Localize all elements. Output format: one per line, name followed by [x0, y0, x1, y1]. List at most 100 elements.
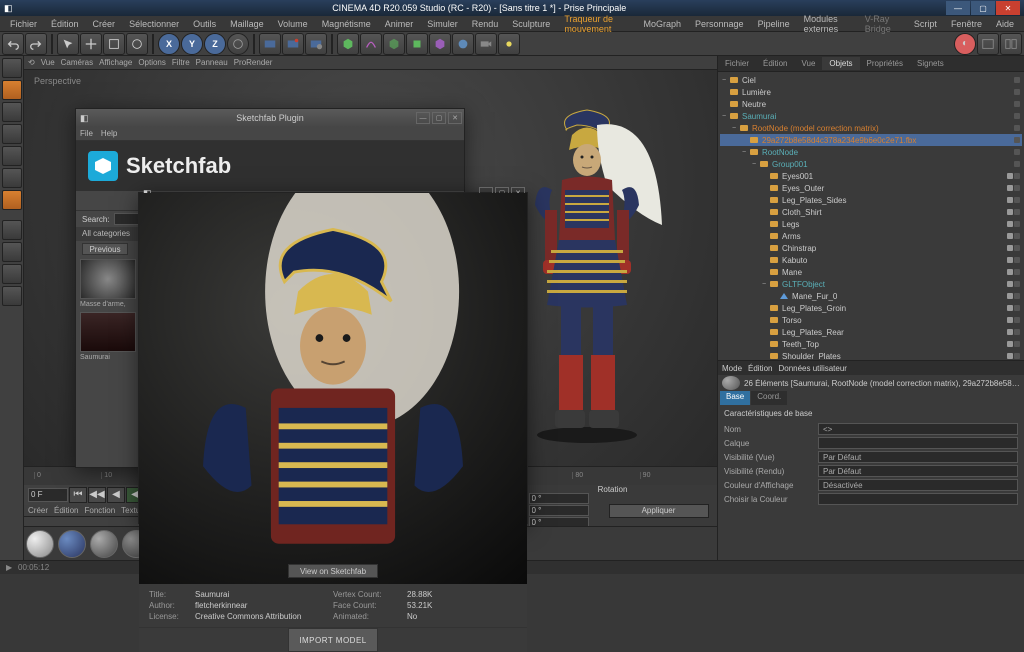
attrib-menu-item[interactable]: Édition — [748, 364, 772, 373]
dialog-menu-item[interactable]: Help — [101, 129, 117, 138]
environment-button[interactable] — [452, 33, 474, 55]
material-preview[interactable] — [26, 530, 54, 558]
axis-z-toggle[interactable]: Z — [204, 33, 226, 55]
edge-mode-tool[interactable] — [2, 168, 22, 188]
attrib-menu-item[interactable]: Données utilisateur — [778, 364, 846, 373]
menu-item[interactable]: Simuler — [421, 17, 464, 31]
deformer-button[interactable] — [429, 33, 451, 55]
tree-row[interactable]: Leg_Plates_Groin — [720, 302, 1022, 314]
viewport-menubar[interactable]: ⟲VueCamérasAffichageOptionsFiltrePanneau… — [24, 56, 717, 70]
dialog-minimize-button[interactable]: — — [416, 112, 430, 124]
tree-row[interactable]: Teeth_Top — [720, 338, 1022, 350]
tree-row[interactable]: Mane_Fur_0 — [720, 290, 1022, 302]
prev-key-button[interactable]: ◀◀ — [88, 487, 106, 503]
dialog-menu-item[interactable]: File — [80, 129, 93, 138]
layout-picker[interactable] — [1000, 33, 1022, 55]
menu-item[interactable]: Sculpture — [506, 17, 556, 31]
render-view-button[interactable] — [259, 33, 281, 55]
tree-row[interactable]: 29a272b8e58d4c378a234e9b6e0c2e71.fbx — [720, 134, 1022, 146]
axis-world-toggle[interactable] — [227, 33, 249, 55]
axis-mode-tool[interactable] — [2, 220, 22, 240]
layout-toggle[interactable]: ◐ — [954, 33, 976, 55]
generator-extrude-button[interactable] — [406, 33, 428, 55]
rotate-tool[interactable] — [126, 33, 148, 55]
polygon-mode-tool[interactable] — [2, 190, 22, 210]
menu-item[interactable]: Fichier — [4, 17, 43, 31]
dialog-titlebar[interactable]: ◧ Sketchfab Plugin — ▢ ✕ — [76, 109, 464, 127]
viewport-solo-tool[interactable] — [2, 242, 22, 262]
tree-row[interactable]: Neutre — [720, 98, 1022, 110]
tree-row[interactable]: −GLTFObject — [720, 278, 1022, 290]
submenu-item[interactable]: Options — [138, 58, 166, 67]
tree-row[interactable]: Eyes_Outer — [720, 182, 1022, 194]
tree-row[interactable]: −RootNode — [720, 146, 1022, 158]
object-manager-tabs[interactable]: FichierÉditionVueObjetsPropriétésSignets — [718, 56, 1024, 72]
submenu-item[interactable]: ProRender — [234, 58, 273, 67]
object-tree[interactable]: −CielLumièreNeutre−Saumurai−RootNode (mo… — [718, 72, 1024, 360]
axis-x-toggle[interactable]: X — [158, 33, 180, 55]
move-tool[interactable] — [80, 33, 102, 55]
layout-startup[interactable] — [977, 33, 999, 55]
result-thumbnail[interactable]: Saumurai — [80, 312, 140, 361]
submenu-item[interactable]: Vue — [41, 58, 55, 67]
menu-item[interactable]: Fenêtre — [945, 17, 988, 31]
attribute-manager-menubar[interactable]: ModeÉditionDonnées utilisateur — [718, 361, 1024, 375]
import-model-button[interactable]: IMPORT MODEL — [288, 628, 378, 652]
tree-row[interactable]: Eyes001 — [720, 170, 1022, 182]
menu-item[interactable]: Maillage — [224, 17, 270, 31]
menu-item[interactable]: Créer — [87, 17, 122, 31]
attrib-tab[interactable]: Base — [720, 391, 750, 405]
close-button[interactable]: ✕ — [996, 1, 1020, 15]
panel-tab[interactable]: Vue — [794, 57, 822, 70]
tree-row[interactable]: Kabuto — [720, 254, 1022, 266]
submenu-item[interactable]: Panneau — [196, 58, 228, 67]
tree-row[interactable]: −Saumurai — [720, 110, 1022, 122]
menu-item[interactable]: Volume — [272, 17, 314, 31]
submenu-item[interactable]: Affichage — [99, 58, 132, 67]
panel-tab[interactable]: Fichier — [718, 57, 756, 70]
dialog-menubar[interactable]: File Help — [76, 127, 464, 141]
texture-mode-tool[interactable] — [2, 102, 22, 122]
model-mode-tool[interactable] — [2, 80, 22, 100]
select-tool[interactable] — [57, 33, 79, 55]
attrib-field[interactable]: <> — [818, 423, 1018, 435]
spline-pen-button[interactable] — [360, 33, 382, 55]
submenu-item[interactable]: Fonction — [84, 506, 115, 515]
attrib-field[interactable]: Par Défaut — [818, 465, 1018, 477]
tree-row[interactable]: Leg_Plates_Rear — [720, 326, 1022, 338]
result-thumbnail[interactable]: Masse d'arme, — [80, 259, 140, 308]
menu-item[interactable]: Traqueur de mouvement — [558, 12, 635, 36]
undo-button[interactable] — [2, 33, 24, 55]
goto-start-button[interactable]: ⏮ — [69, 487, 87, 503]
tree-row[interactable]: Arms — [720, 230, 1022, 242]
menu-item[interactable]: Édition — [45, 17, 85, 31]
menu-item[interactable]: MoGraph — [637, 17, 687, 31]
attrib-field[interactable]: Par Défaut — [818, 451, 1018, 463]
maximize-button[interactable]: ▢ — [971, 1, 995, 15]
menu-item[interactable]: Animer — [379, 17, 420, 31]
attribute-tabs[interactable]: BaseCoord. — [718, 391, 1024, 405]
light-create-button[interactable] — [498, 33, 520, 55]
tree-row[interactable]: −Ciel — [720, 74, 1022, 86]
tree-row[interactable]: Mane — [720, 266, 1022, 278]
workplane-tool[interactable] — [2, 124, 22, 144]
menu-item[interactable]: Pipeline — [752, 17, 796, 31]
view-on-sketchfab-button[interactable]: View on Sketchfab — [288, 564, 378, 578]
tree-row[interactable]: −RootNode (model correction matrix) — [720, 122, 1022, 134]
menu-item[interactable]: Script — [908, 17, 943, 31]
generator-subdiv-button[interactable] — [383, 33, 405, 55]
frame-start-field[interactable] — [28, 488, 68, 502]
dialog-maximize-button[interactable]: ▢ — [432, 112, 446, 124]
primitive-cube-button[interactable] — [337, 33, 359, 55]
main-menubar[interactable]: FichierÉditionCréerSélectionnerOutilsMai… — [0, 16, 1024, 32]
tree-row[interactable]: Lumière — [720, 86, 1022, 98]
redo-button[interactable] — [25, 33, 47, 55]
panel-tab[interactable]: Propriétés — [860, 57, 910, 70]
panel-tab[interactable]: Objets — [822, 57, 859, 70]
panel-tab[interactable]: Signets — [910, 57, 951, 70]
submenu-item[interactable]: Filtre — [172, 58, 190, 67]
attrib-tab[interactable]: Coord. — [751, 391, 787, 405]
minimize-button[interactable]: — — [946, 1, 970, 15]
point-mode-tool[interactable] — [2, 146, 22, 166]
coord-p-input[interactable] — [529, 505, 589, 516]
